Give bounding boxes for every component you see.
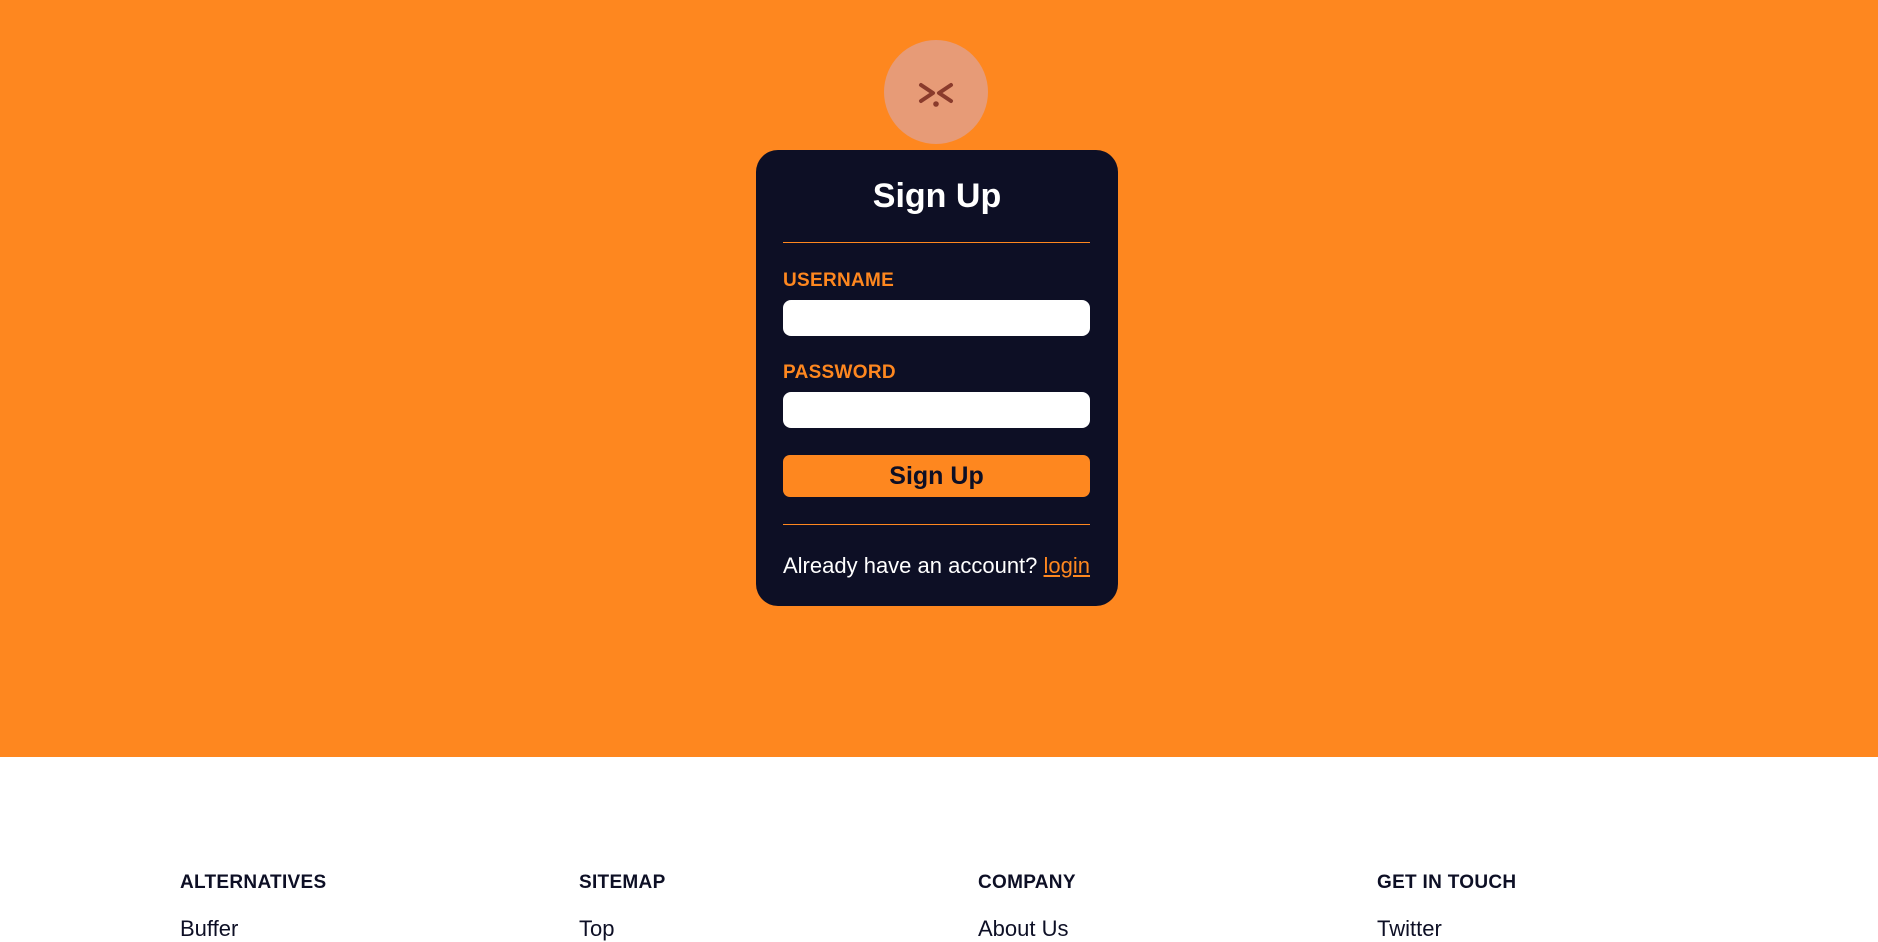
squinting-face-icon [919,83,953,107]
login-prompt-text: Already have an account? [783,553,1038,578]
footer-link-about-us[interactable]: About Us [978,916,1278,942]
footer-column-company: COMPANY About Us [978,872,1278,942]
hero-section: Sign Up USERNAME PASSWORD Sign Up Alread… [0,0,1878,757]
footer-heading: COMPANY [978,872,1076,893]
password-label: PASSWORD [783,362,896,383]
footer-heading: ALTERNATIVES [180,872,327,893]
footer-column-sitemap: SITEMAP Top [579,872,879,942]
login-link[interactable]: login [1044,553,1090,578]
username-input[interactable] [783,300,1090,336]
signup-button[interactable]: Sign Up [783,455,1090,497]
login-prompt-row: Already have an account? login [783,553,1093,579]
card-title: Sign Up [872,177,1002,215]
footer-heading: SITEMAP [579,872,666,893]
password-input[interactable] [783,392,1090,428]
footer-link-twitter[interactable]: Twitter [1377,916,1677,942]
top-divider [783,242,1090,243]
bottom-divider [783,524,1090,525]
username-label: USERNAME [783,270,895,291]
avatar [884,40,988,144]
footer-link-buffer[interactable]: Buffer [180,916,480,942]
footer-link-top[interactable]: Top [579,916,879,942]
footer-heading: GET IN TOUCH [1377,872,1517,893]
signup-card: Sign Up USERNAME PASSWORD Sign Up Alread… [756,150,1118,606]
footer-column-alternatives: ALTERNATIVES Buffer [180,872,480,942]
footer-column-get-in-touch: GET IN TOUCH Twitter [1377,872,1677,942]
